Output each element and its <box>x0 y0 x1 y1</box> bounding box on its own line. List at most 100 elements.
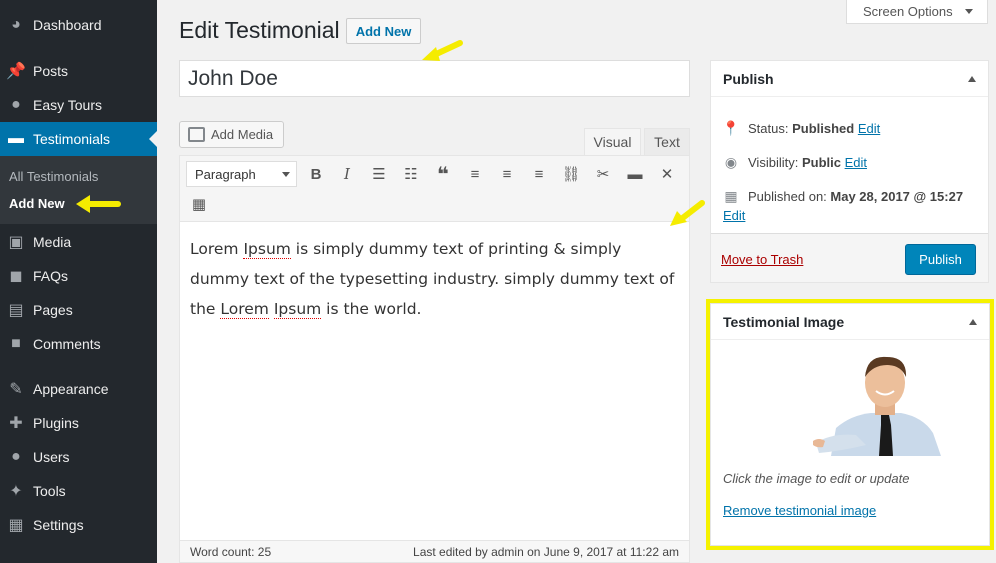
submenu-add-new[interactable]: Add New <box>9 196 65 211</box>
edit-date-row: Edit <box>723 208 745 223</box>
editor-toolbar: Paragraph B I ☰ ☷ ❝ ≡ ≡ ≡ ⛓ ✂ ▬ ✕ ▦ <box>180 156 689 222</box>
screen-options-label: Screen Options <box>863 4 953 19</box>
publish-box: Publish 📍 Status: Published Edit ◉ Visib… <box>710 60 989 283</box>
status-label: Status: <box>748 120 789 136</box>
sidebar-item-dashboard[interactable]: ◕ Dashboard <box>0 8 157 42</box>
settings-icon: ▦ <box>8 517 24 534</box>
testimonial-image-box: Testimonial Image Click the image to edi… <box>710 303 990 546</box>
fullscreen-icon[interactable]: ✕ <box>655 162 679 186</box>
published-on-value: May 28, 2017 @ 15:27 <box>830 188 964 204</box>
add-new-button[interactable]: Add New <box>346 18 421 44</box>
align-right-icon[interactable]: ≡ <box>527 162 551 186</box>
published-on-row: ▦ Published on: May 28, 2017 @ 15:27 <box>723 188 963 204</box>
sidebar-item-label: Settings <box>33 517 84 533</box>
align-center-icon[interactable]: ≡ <box>495 162 519 186</box>
unlink-icon[interactable]: ✂ <box>591 162 615 186</box>
italic-icon[interactable]: I <box>335 162 359 186</box>
tab-text[interactable]: Text <box>644 128 690 155</box>
edit-date-link[interactable]: Edit <box>723 208 745 223</box>
sidebar-item-tools[interactable]: ✦ Tools <box>0 474 157 508</box>
content-editor: Paragraph B I ☰ ☷ ❝ ≡ ≡ ≡ ⛓ ✂ ▬ ✕ ▦ Lore… <box>179 155 690 563</box>
screen-options-button[interactable]: Screen Options <box>846 0 988 24</box>
publish-box-header[interactable]: Publish <box>711 61 988 97</box>
sidebar-item-label: Media <box>33 234 72 250</box>
caret-down-icon <box>965 9 973 14</box>
content-text: Lorem <box>220 300 269 319</box>
link-icon[interactable]: ⛓ <box>559 162 583 186</box>
publish-button[interactable]: Publish <box>905 244 976 275</box>
published-on-label: Published on: <box>748 188 827 204</box>
last-edited: Last edited by admin on June 9, 2017 at … <box>413 545 679 559</box>
post-status-row: 📍 Status: Published Edit <box>722 120 880 136</box>
plugin-icon: ✚ <box>9 415 23 432</box>
toolbar-toggle-icon[interactable]: ▦ <box>187 192 211 216</box>
visibility-row: ◉ Visibility: Public Edit <box>723 154 867 170</box>
sidebar-item-settings[interactable]: ▦ Settings <box>0 508 157 542</box>
comment-bubble-icon: ■ <box>11 335 21 352</box>
format-select-value: Paragraph <box>195 167 256 182</box>
testimonial-image-header[interactable]: Testimonial Image <box>711 304 989 340</box>
wrench-icon: ✦ <box>9 483 23 500</box>
sidebar-item-appearance[interactable]: ✎ Appearance <box>0 372 157 406</box>
editor-body[interactable]: Lorem Ipsum is simply dummy text of prin… <box>190 234 680 324</box>
media-icon: ▣ <box>8 234 24 251</box>
toggle-arrow-icon[interactable] <box>969 319 977 325</box>
pin-icon: 📌 <box>6 63 26 80</box>
tab-visual[interactable]: Visual <box>584 128 641 155</box>
bold-icon[interactable]: B <box>304 162 328 186</box>
caret-down-icon <box>282 172 290 177</box>
word-count: Word count: 25 <box>190 545 272 559</box>
edit-visibility-link[interactable]: Edit <box>845 155 867 170</box>
calendar-icon: ▦ <box>724 187 738 204</box>
blockquote-icon[interactable]: ❝ <box>431 162 455 186</box>
read-more-icon[interactable]: ▬ <box>623 162 647 186</box>
content-text: Lorem <box>190 240 244 258</box>
sidebar-item-label: FAQs <box>33 268 69 284</box>
media-icon <box>188 127 205 142</box>
admin-sidebar: ◕ Dashboard 📌 Posts ● Easy Tours ▬ Testi… <box>0 0 157 563</box>
publish-actions: Move to Trash Publish <box>711 233 988 282</box>
edit-status-link[interactable]: Edit <box>858 121 880 136</box>
sidebar-item-label: Dashboard <box>33 17 102 33</box>
annotation-arrow-icon <box>422 40 463 61</box>
sidebar-item-label: Testimonials <box>33 131 111 147</box>
sidebar-item-faqs[interactable]: ◼ FAQs <box>0 259 157 293</box>
sidebar-item-posts[interactable]: 📌 Posts <box>0 54 157 88</box>
numbered-list-icon[interactable]: ☷ <box>399 162 423 186</box>
visibility-value: Public <box>801 154 841 170</box>
page-title: Edit Testimonial <box>179 17 340 43</box>
content-text: Ipsum <box>273 300 322 319</box>
sidebar-item-label: Tools <box>33 483 66 499</box>
testimonial-photo[interactable] <box>811 353 951 456</box>
sidebar-item-comments[interactable]: ■ Comments <box>0 327 157 361</box>
brush-icon: ✎ <box>9 381 23 398</box>
sidebar-item-easy-tours[interactable]: ● Easy Tours <box>0 88 157 122</box>
sidebar-item-media[interactable]: ▣ Media <box>0 225 157 259</box>
sidebar-item-testimonials[interactable]: ▬ Testimonials <box>0 122 157 156</box>
pages-icon: ▤ <box>8 302 24 319</box>
sidebar-item-label: Users <box>33 449 70 465</box>
bullet-list-icon[interactable]: ☰ <box>367 162 391 186</box>
add-media-button[interactable]: Add Media <box>179 121 284 148</box>
status-value: Published <box>792 120 855 136</box>
sidebar-item-plugins[interactable]: ✚ Plugins <box>0 406 157 440</box>
content-text: is the world. <box>321 300 422 318</box>
sidebar-item-users[interactable]: ● Users <box>0 440 157 474</box>
testimonial-image-title: Testimonial Image <box>723 314 845 330</box>
annotation-arrow-icon <box>76 195 121 213</box>
visibility-label: Visibility: <box>748 154 799 170</box>
submenu-all-testimonials[interactable]: All Testimonials <box>9 169 98 184</box>
image-help-text: Click the image to edit or update <box>723 471 910 486</box>
sidebar-item-label: Comments <box>33 336 101 352</box>
sidebar-item-label: Posts <box>33 63 69 79</box>
content-text: Ipsum <box>243 240 291 259</box>
sidebar-item-pages[interactable]: ▤ Pages <box>0 293 157 327</box>
globe-icon: ● <box>11 96 21 113</box>
eye-icon: ◉ <box>724 153 738 170</box>
sidebar-item-label: Plugins <box>33 415 79 431</box>
align-left-icon[interactable]: ≡ <box>463 162 487 186</box>
format-select[interactable]: Paragraph <box>186 161 297 187</box>
move-to-trash-link[interactable]: Move to Trash <box>721 252 803 267</box>
remove-image-link[interactable]: Remove testimonial image <box>723 503 876 518</box>
toggle-arrow-icon[interactable] <box>968 76 976 82</box>
